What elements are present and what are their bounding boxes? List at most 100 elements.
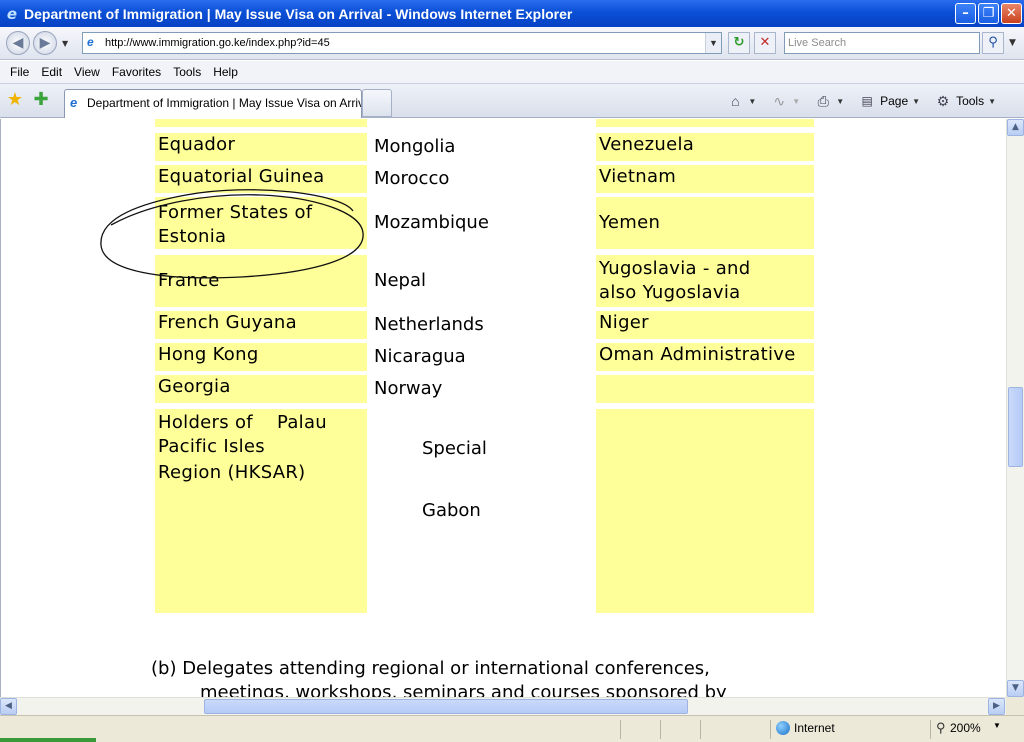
navigation-bar: ◀ ▶ ▼ e http://www.immigration.go.ke/ind… (0, 27, 1024, 60)
status-bar: Internet ⚲ 200% ▼ (0, 715, 1024, 742)
page-icon: ▤ (861, 94, 873, 108)
title-bar: e Department of Immigration | May Issue … (0, 0, 1024, 27)
address-dropdown-icon[interactable]: ▼ (705, 33, 721, 53)
horizontal-scrollbar[interactable]: ◀ ▶ (0, 697, 1006, 715)
internet-globe-icon (776, 721, 790, 735)
scrollbar-corner (1006, 697, 1024, 715)
tab-immigration[interactable]: e Department of Immigration | May Issue … (64, 89, 362, 118)
tools-menu-button[interactable]: Tools (956, 94, 984, 108)
refresh-button[interactable]: ↻ (728, 32, 750, 54)
taskbar-strip (0, 738, 96, 742)
cell-vietnam: Vietnam (596, 165, 814, 193)
menu-view[interactable]: View (68, 65, 106, 79)
cell-empty-tall (596, 409, 814, 613)
cell-niger: Niger (596, 311, 814, 339)
country-text: Venezuela (599, 134, 695, 155)
minimize-button[interactable]: – (955, 3, 976, 24)
maximize-button[interactable]: ❐ (978, 3, 999, 24)
menu-tools[interactable]: Tools (167, 65, 207, 79)
country-text: Georgia (158, 376, 231, 397)
cell-empty (596, 375, 814, 403)
feeds-icon[interactable]: ∿ (770, 92, 788, 110)
country-text: also Yugoslavia (599, 282, 741, 303)
cell-holders-palau: Holders of Palau Pacific Isles Region (H… (155, 409, 367, 613)
status-divider (770, 720, 771, 739)
text-norway: Norway (374, 378, 443, 399)
country-text: Hong Kong (158, 344, 259, 365)
search-options-icon[interactable]: ▼ (1005, 32, 1020, 54)
address-bar[interactable]: e http://www.immigration.go.ke/index.php… (82, 32, 722, 54)
cell-hong-kong: Hong Kong (155, 343, 367, 371)
paragraph-b-line1: (b) Delegates attending regional or inte… (151, 658, 710, 679)
address-text: http://www.immigration.go.ke/index.php?i… (105, 37, 330, 49)
cell-french-guyana: French Guyana (155, 311, 367, 339)
country-text: Equador (158, 134, 236, 155)
new-tab-button[interactable] (362, 89, 392, 117)
home-dropdown-icon[interactable]: ▼ (748, 97, 756, 106)
scroll-left-arrow-icon[interactable]: ◀ (0, 698, 17, 715)
print-icon[interactable]: ⎙ (814, 92, 832, 110)
tab-ie-icon: e (70, 95, 78, 110)
menu-bar: File Edit View Favorites Tools Help (0, 61, 1024, 84)
page-content: Equador Equatorial Guinea Former States … (0, 119, 1006, 697)
vertical-scroll-thumb[interactable] (1008, 387, 1023, 467)
cell-venezuela: Venezuela (596, 133, 814, 161)
country-text: Holders of Palau (158, 412, 328, 433)
status-divider (620, 720, 621, 739)
text-gabon: Gabon (422, 500, 481, 521)
text-netherlands: Netherlands (374, 314, 484, 335)
paragraph-b-line2: meetings, workshops, seminars and course… (200, 682, 727, 697)
print-dropdown-icon[interactable]: ▼ (836, 97, 844, 106)
cell-oman: Oman Administrative (596, 343, 814, 371)
menu-edit[interactable]: Edit (35, 65, 68, 79)
country-text: Oman Administrative (599, 344, 796, 365)
scroll-right-arrow-icon[interactable]: ▶ (988, 698, 1005, 715)
cell-yemen: Yemen (596, 197, 814, 249)
favorites-star-icon[interactable]: ★ (6, 91, 24, 109)
country-text: French Guyana (158, 312, 297, 333)
menu-favorites[interactable]: Favorites (106, 65, 167, 79)
horizontal-scroll-thumb[interactable] (204, 699, 688, 714)
page-menu-button[interactable]: Page (880, 94, 908, 108)
vertical-scrollbar[interactable]: ▲ ▼ (1006, 119, 1024, 697)
forward-button[interactable]: ▶ (33, 31, 57, 55)
back-button[interactable]: ◀ (6, 31, 30, 55)
gear-icon: ⚙ (936, 93, 950, 109)
text-morocco: Morocco (374, 168, 450, 189)
tab-bar: ★ ✚ e Department of Immigration | May Is… (0, 84, 1024, 118)
cell-georgia: Georgia (155, 375, 367, 403)
search-input[interactable]: Live Search (784, 32, 980, 54)
cell-equador: Equador (155, 133, 367, 161)
country-text: Niger (599, 312, 649, 333)
text-nepal: Nepal (374, 270, 426, 291)
ie-logo-icon: e (6, 4, 18, 23)
menu-file[interactable]: File (4, 65, 35, 79)
cell-yugoslavia: Yugoslavia - and also Yugoslavia (596, 255, 814, 307)
history-dropdown-icon[interactable]: ▼ (62, 39, 68, 48)
search-button[interactable]: ⚲ (982, 32, 1004, 54)
feeds-dropdown-icon[interactable]: ▼ (792, 97, 800, 106)
text-special: Special (422, 438, 487, 459)
scroll-down-arrow-icon[interactable]: ▼ (1007, 680, 1024, 697)
window-title: Department of Immigration | May Issue Vi… (24, 5, 573, 22)
add-favorites-icon[interactable]: ✚ (32, 91, 50, 109)
home-icon[interactable]: ⌂ (726, 92, 744, 110)
command-bar: ⌂ ▼ ∿ ▼ ⎙ ▼ ▤ Page ▼ ⚙ Tools ▼ (726, 92, 1006, 110)
scroll-up-arrow-icon[interactable]: ▲ (1007, 119, 1024, 136)
status-divider (660, 720, 661, 739)
text-mongolia: Mongolia (374, 136, 456, 157)
text-mozambique: Mozambique (374, 212, 489, 233)
stop-button[interactable]: ✕ (754, 32, 776, 54)
zoom-magnifier-icon[interactable]: ⚲ (936, 720, 946, 736)
page-ie-icon: e (87, 35, 94, 49)
country-text: Pacific Isles (158, 436, 265, 457)
menu-help[interactable]: Help (207, 65, 244, 79)
text-nicaragua: Nicaragua (374, 346, 466, 367)
page-dropdown-icon[interactable]: ▼ (912, 97, 920, 106)
zoom-level[interactable]: 200% (950, 721, 981, 735)
zoom-dropdown-icon[interactable]: ▼ (993, 721, 1001, 730)
country-text: Yugoslavia - and (599, 258, 751, 279)
close-button[interactable]: ✕ (1001, 3, 1022, 24)
status-divider (930, 720, 931, 739)
tools-dropdown-icon[interactable]: ▼ (988, 97, 996, 106)
